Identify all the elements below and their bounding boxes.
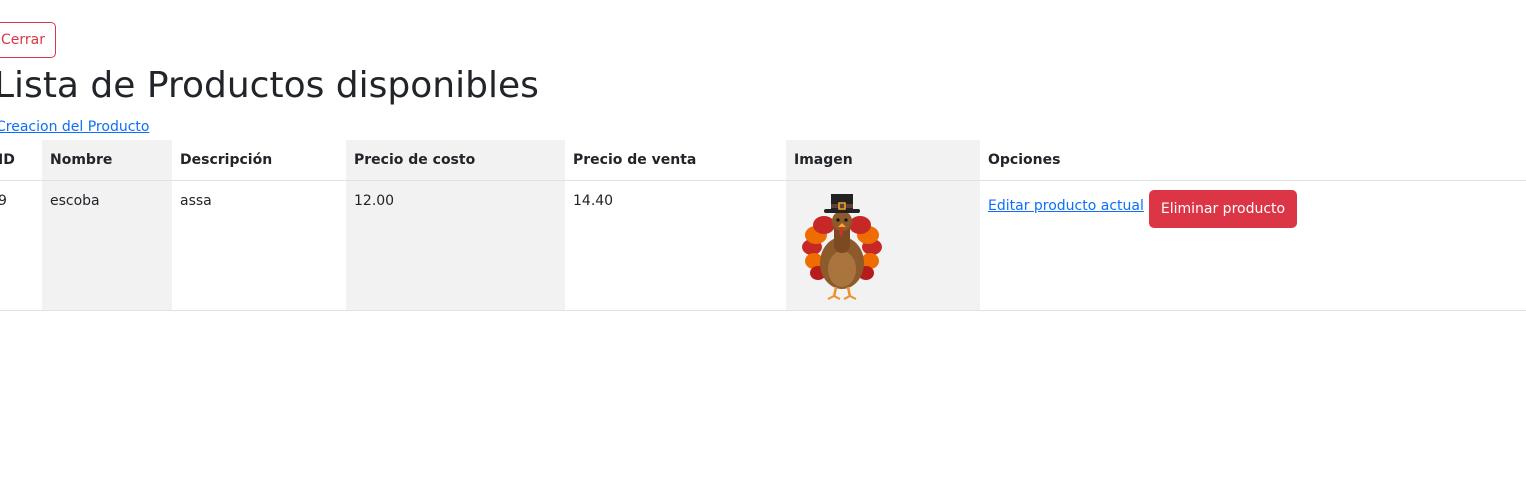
header-precio-venta: Precio de venta	[565, 140, 786, 181]
cell-descripcion: assa	[172, 180, 346, 311]
header-id: ID	[0, 140, 42, 181]
page-title: Lista de Productos disponibles	[0, 65, 539, 106]
cell-precio-venta: 14.40	[565, 180, 786, 311]
turkey-pilgrim-hat-icon	[802, 194, 882, 300]
header-opciones: Opciones	[980, 140, 1526, 181]
header-nombre: Nombre	[42, 140, 172, 181]
header-imagen: Imagen	[786, 140, 980, 181]
delete-product-button[interactable]: Eliminar producto	[1148, 190, 1298, 228]
cell-imagen	[786, 180, 980, 311]
options-group: Editar producto actual Eliminar producto	[988, 190, 1518, 228]
page: Cerrar Lista de Productos disponibles Cr…	[0, 0, 1526, 490]
cell-nombre: escoba	[42, 180, 172, 311]
close-button[interactable]: Cerrar	[0, 22, 56, 58]
table-header-row: ID Nombre Descripción Precio de costo Pr…	[0, 140, 1526, 181]
create-product-link[interactable]: Creacion del Producto	[0, 119, 149, 135]
header-descripcion: Descripción	[172, 140, 346, 181]
edit-product-link[interactable]: Editar producto actual	[988, 198, 1144, 214]
cell-id: 9	[0, 180, 42, 311]
products-table: ID Nombre Descripción Precio de costo Pr…	[0, 140, 1526, 311]
header-precio-costo: Precio de costo	[346, 140, 565, 181]
cell-precio-costo: 12.00	[346, 180, 565, 311]
cell-opciones: Editar producto actual Eliminar producto	[980, 180, 1526, 311]
table-row: 9 escoba assa 12.00 14.40 Editar product…	[0, 180, 1526, 311]
